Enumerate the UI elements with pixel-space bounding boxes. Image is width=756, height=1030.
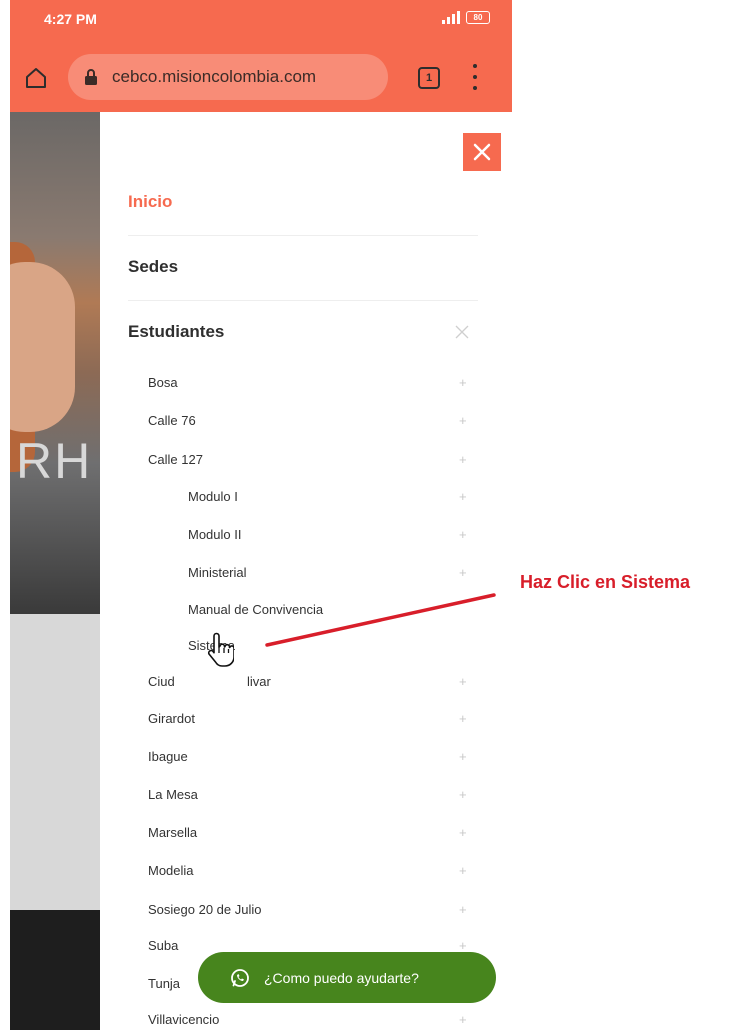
sub-item-marsella[interactable]: Marsella [148,825,197,840]
plus-icon[interactable]: + [459,712,467,725]
plus-icon[interactable]: + [459,903,467,916]
sub-item-tunja[interactable]: Tunja [148,976,180,991]
address-bar[interactable]: cebco.misioncolombia.com [68,54,388,100]
plus-icon[interactable]: + [459,414,467,427]
battery-icon: 80 [466,10,490,24]
status-bar: 4:27 PM 80 [10,0,512,46]
annotation-text: Haz Clic en Sistema [520,572,691,592]
whatsapp-chat-button[interactable]: ¿Como puedo ayudarte? [198,952,496,1003]
plus-icon[interactable]: + [459,750,467,763]
sub-item-ibague[interactable]: Ibague [148,749,188,764]
status-icons: 80 [442,10,490,24]
url-text: cebco.misioncolombia.com [112,67,317,86]
background-website: RH [10,112,100,1030]
plus-icon[interactable]: + [459,675,467,688]
hand-cursor-icon [207,632,234,667]
sub-item-calle-76[interactable]: Calle 76 [148,413,196,428]
plus-icon[interactable]: + [459,376,467,389]
sub-item-girardot[interactable]: Girardot [148,711,195,726]
plus-icon[interactable]: + [459,566,467,579]
sub-item-suba[interactable]: Suba [148,938,178,953]
menu-dots-icon[interactable] [472,64,478,90]
sub-item-modelia[interactable]: Modelia [148,863,194,878]
sub-item-ciudad-bolivar[interactable]: Ciud [148,674,175,689]
whatsapp-icon [231,968,249,987]
close-button[interactable] [463,133,501,171]
nav-divider [128,235,478,236]
background-section [10,614,100,910]
nav-drawer: Inicio Sedes Estudiantes Bosa + Calle 76… [100,112,512,1030]
nav-item-estudiantes[interactable]: Estudiantes [128,322,224,342]
page: 4:27 PM 80 cebco.misioncolombia.com 1 RH… [0,0,756,1030]
sub-item-la-mesa[interactable]: La Mesa [148,787,198,802]
hero-image: RH [10,112,100,614]
sub-item-manual-de-convivencia[interactable]: Manual de Convivencia [188,602,323,617]
sub-item-villavicencio[interactable]: Villavicencio [148,1012,219,1027]
nav-item-inicio[interactable]: Inicio [128,192,172,212]
plus-icon[interactable]: + [459,528,467,541]
signal-icon [442,10,460,24]
plus-icon[interactable]: + [459,826,467,839]
whatsapp-label: ¿Como puedo ayudarte? [264,969,419,986]
plus-icon[interactable]: + [459,788,467,801]
hero-text: RH [16,433,93,489]
plus-icon[interactable]: + [459,453,467,466]
sub-item-modulo-ii[interactable]: Modulo II [188,527,241,542]
lock-icon [85,69,97,85]
plus-icon[interactable]: + [459,864,467,877]
plus-icon[interactable]: + [459,939,467,952]
background-footer [10,910,100,1030]
tab-count-icon[interactable]: 1 [418,67,440,89]
sub-item-sosiego-20-de-julio[interactable]: Sosiego 20 de Julio [148,902,261,917]
plus-icon[interactable]: + [459,1013,467,1026]
sub-item-calle-127[interactable]: Calle 127 [148,452,203,467]
sub-item-ministerial[interactable]: Ministerial [188,565,247,580]
plus-icon[interactable]: + [459,490,467,503]
phone-screen: 4:27 PM 80 cebco.misioncolombia.com 1 RH… [10,0,512,1030]
sub-item-ciudad-bolivar-tail[interactable]: livar [247,674,271,689]
home-icon[interactable] [24,66,48,90]
collapse-x-icon[interactable] [455,325,469,339]
sub-item-modulo-i[interactable]: Modulo I [188,489,238,504]
nav-item-sedes[interactable]: Sedes [128,257,178,277]
status-time: 4:27 PM [44,11,97,27]
browser-toolbar: cebco.misioncolombia.com 1 [10,46,512,112]
nav-divider [128,300,478,301]
sub-item-bosa[interactable]: Bosa [148,375,178,390]
close-icon [473,143,491,161]
